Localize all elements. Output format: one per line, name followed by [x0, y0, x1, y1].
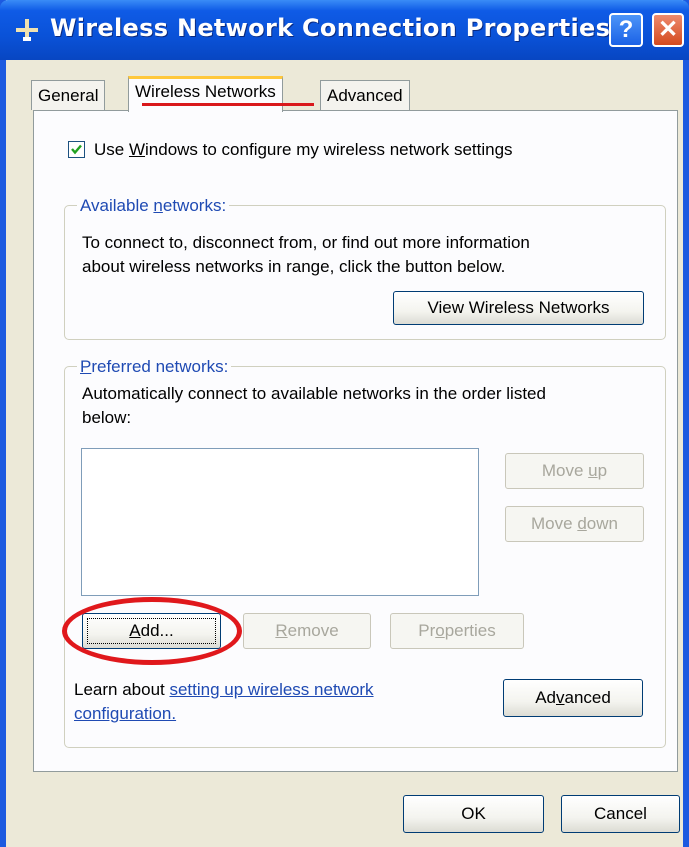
- tab-wireless-networks[interactable]: Wireless Networks: [128, 76, 283, 112]
- ok-button[interactable]: OK: [403, 795, 544, 833]
- tab-general[interactable]: General: [31, 80, 106, 110]
- cancel-button[interactable]: Cancel: [561, 795, 680, 833]
- preferred-desc-line2: below:: [82, 408, 132, 427]
- configuration-link[interactable]: configuration.: [74, 704, 176, 723]
- move-up-button[interactable]: Move up: [505, 453, 644, 489]
- available-desc-line1: To connect to, disconnect from, or find …: [82, 233, 530, 252]
- checkmark-icon: [71, 144, 82, 155]
- learn-about-line1: Learn about setting up wireless network: [74, 680, 374, 699]
- close-icon[interactable]: ✕: [652, 13, 684, 47]
- preferred-networks-legend: Preferred networks:: [77, 357, 232, 377]
- view-wireless-networks-button[interactable]: View Wireless Networks: [393, 291, 644, 325]
- remove-button[interactable]: Remove: [243, 613, 371, 649]
- title-bar[interactable]: Wireless Network Connection Properties ?…: [0, 0, 689, 60]
- properties-dialog: Wireless Network Connection Properties ?…: [0, 0, 689, 847]
- use-windows-label[interactable]: Use Windows to configure my wireless net…: [94, 140, 513, 160]
- setup-wireless-link[interactable]: setting up wireless network: [169, 680, 373, 699]
- available-desc-line2: about wireless networks in range, click …: [82, 257, 506, 276]
- tab-advanced[interactable]: Advanced: [320, 80, 410, 110]
- help-icon[interactable]: ?: [609, 13, 643, 47]
- tab-red-underline: [142, 103, 314, 106]
- preferred-networks-list[interactable]: [81, 448, 479, 596]
- network-icon: [16, 19, 38, 41]
- learn-about-line2: configuration.: [74, 704, 176, 724]
- use-windows-checkbox[interactable]: [68, 141, 85, 158]
- advanced-button[interactable]: Advanced: [503, 679, 643, 717]
- window-title: Wireless Network Connection Properties: [50, 14, 611, 42]
- preferred-desc-line1: Automatically connect to available netwo…: [82, 384, 546, 403]
- red-highlight-ellipse: [62, 597, 242, 665]
- properties-button[interactable]: Properties: [390, 613, 524, 649]
- move-down-button[interactable]: Move down: [505, 506, 644, 542]
- available-networks-legend: Available networks:: [77, 196, 230, 216]
